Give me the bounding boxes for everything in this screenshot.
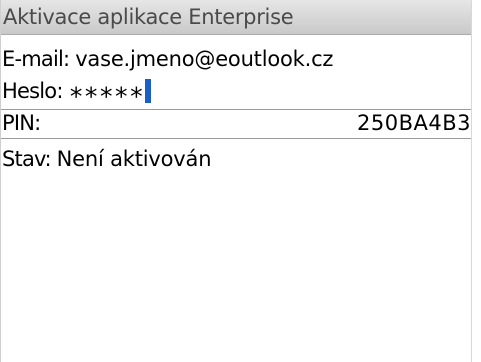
pin-row: PIN: 250BA4B3 xyxy=(1,109,471,139)
password-label: Heslo: xyxy=(2,79,69,103)
pin-value: 250BA4B3 xyxy=(357,111,471,135)
status-value: Není aktivován xyxy=(56,147,212,171)
status-row: Stav: Není aktivován xyxy=(1,146,471,172)
email-value[interactable]: vase.jmeno@eoutlook.cz xyxy=(75,47,333,71)
pin-label: PIN: xyxy=(2,111,41,135)
email-field[interactable]: E-mail: vase.jmeno@eoutlook.cz xyxy=(1,46,471,72)
status-label: Stav: xyxy=(2,147,57,171)
password-value[interactable]: ∗∗∗∗∗ xyxy=(69,77,144,106)
activation-screen: Aktivace aplikace Enterprise E-mail: vas… xyxy=(0,0,472,362)
screen-title: Aktivace aplikace Enterprise xyxy=(1,0,471,35)
email-label: E-mail: xyxy=(2,47,76,71)
password-field[interactable]: Heslo: ∗∗∗∗∗ xyxy=(1,77,471,106)
text-cursor xyxy=(144,79,151,103)
